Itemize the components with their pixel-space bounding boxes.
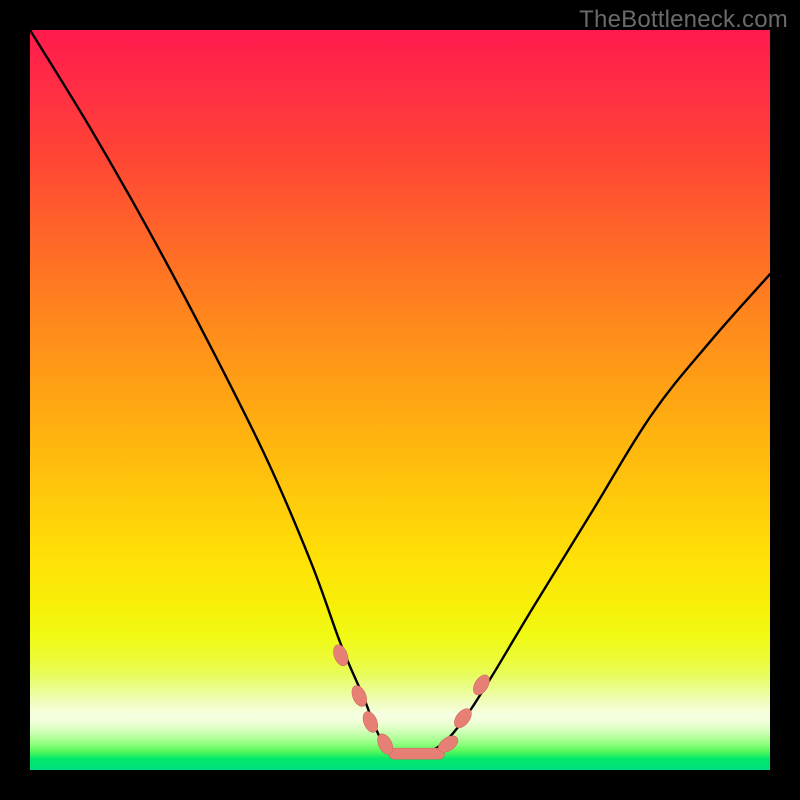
- watermark-text: TheBottleneck.com: [579, 6, 788, 34]
- trough-marker: [470, 672, 493, 698]
- trough-segment: [389, 748, 445, 759]
- bottleneck-curve: [30, 30, 770, 757]
- curve-layer: [30, 30, 770, 770]
- trough-markers: [331, 643, 493, 757]
- plot-area: [30, 30, 770, 770]
- chart-frame: TheBottleneck.com: [0, 0, 800, 800]
